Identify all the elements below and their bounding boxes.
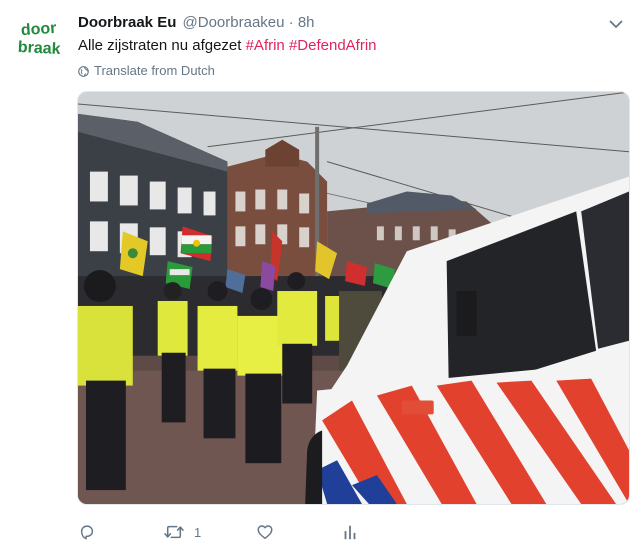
tweet-actions: 1 <box>78 520 378 544</box>
protest-photo <box>78 92 629 504</box>
like-icon <box>257 525 273 540</box>
hashtag-link[interactable]: #DefendAfrin <box>289 37 377 54</box>
retweet-count: 1 <box>194 524 202 540</box>
retweet-button[interactable]: 1 <box>163 520 201 544</box>
translate-label: Translate from Dutch <box>94 63 215 78</box>
retweet-icon <box>164 525 184 539</box>
tweet-text: Alle zijstraten nu afgezet #Afrin #Defen… <box>78 36 377 56</box>
hashtag-link[interactable]: #Afrin <box>246 37 285 54</box>
svg-text:braak: braak <box>17 39 61 58</box>
doorbraak-logo: door braak <box>13 12 65 64</box>
separator-dot: · <box>288 14 294 31</box>
analytics-button[interactable] <box>342 520 358 544</box>
tweet-header: Doorbraak Eu @Doorbraakeu · 8h <box>78 13 315 33</box>
tweet-body: Alle zijstraten nu afgezet <box>78 37 246 54</box>
chevron-down-icon <box>609 20 623 28</box>
tweet-photo[interactable] <box>77 91 630 505</box>
author-handle[interactable]: @Doorbraakeu <box>183 14 285 31</box>
translate-link[interactable]: Translate from Dutch <box>78 63 215 79</box>
more-options-button[interactable] <box>606 14 626 34</box>
reply-button[interactable] <box>78 520 105 544</box>
avatar[interactable]: door braak <box>13 12 65 64</box>
reply-icon <box>80 525 94 540</box>
tweet-timestamp[interactable]: 8h <box>298 14 315 31</box>
globe-icon <box>78 65 89 77</box>
author-name[interactable]: Doorbraak Eu <box>78 14 176 31</box>
svg-text:door: door <box>20 20 57 39</box>
analytics-icon <box>344 525 356 540</box>
like-button[interactable] <box>256 520 283 544</box>
